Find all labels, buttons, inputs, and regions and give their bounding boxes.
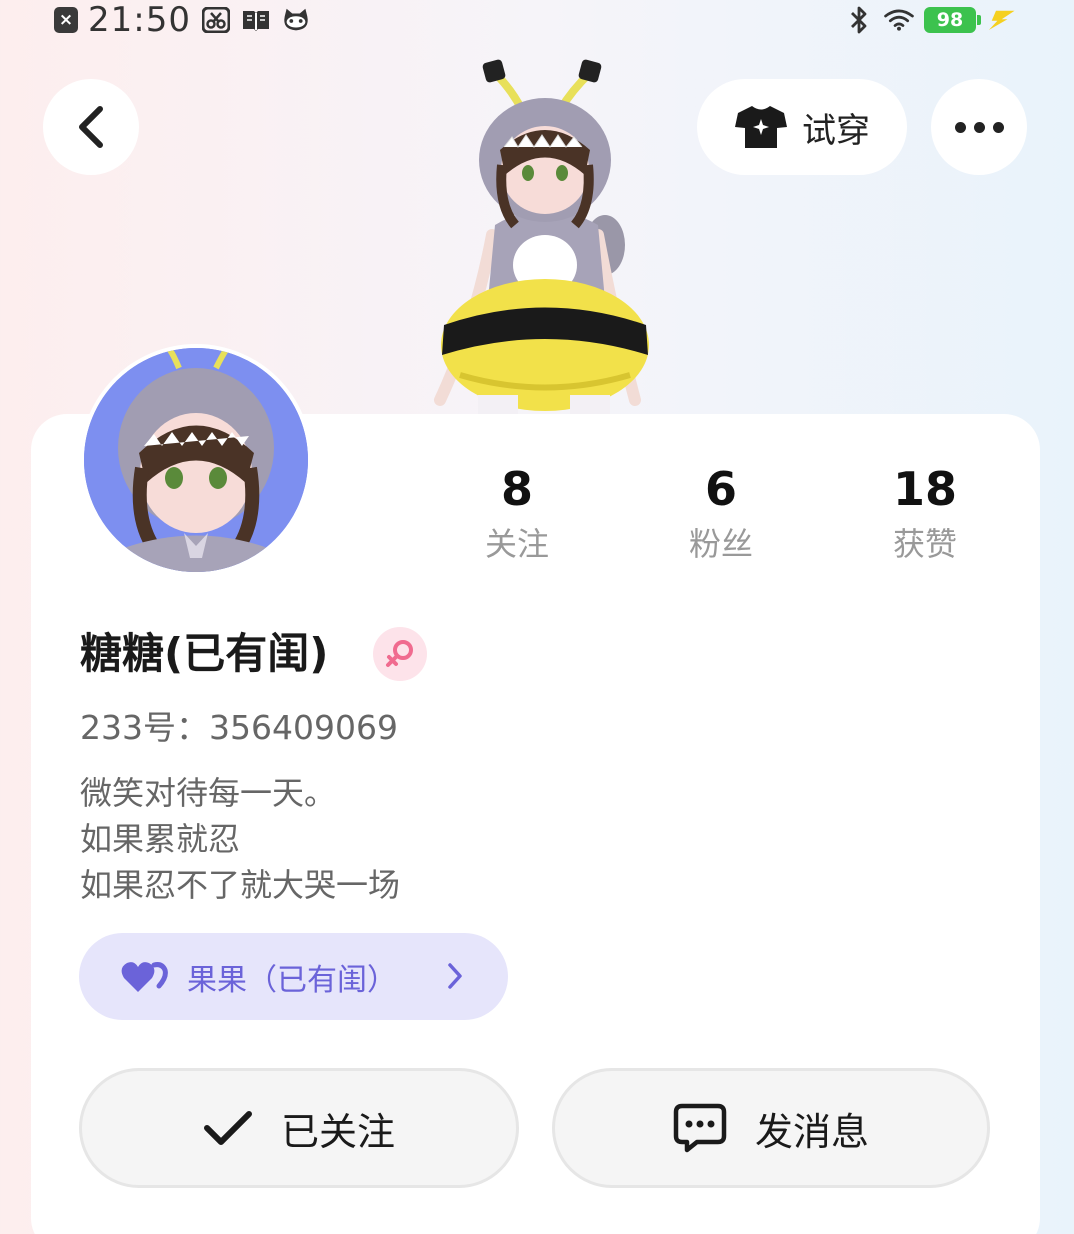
stat-label: 粉丝 xyxy=(688,525,753,563)
relation-chip[interactable]: 果果（已有闺） xyxy=(79,933,508,1020)
check-icon xyxy=(203,1111,252,1145)
nickname: 糖糖(已有闺) xyxy=(80,629,329,678)
user-id: 233号：356409069 xyxy=(80,708,398,747)
stat-value: 6 xyxy=(704,462,737,516)
battery-icon: 98 xyxy=(924,7,981,33)
status-time: 21:50 xyxy=(88,0,191,40)
notification-close-icon: × xyxy=(54,7,78,33)
more-button[interactable] xyxy=(931,79,1027,175)
avatar[interactable] xyxy=(80,344,312,576)
more-dots-icon xyxy=(954,121,1004,133)
chevron-left-icon xyxy=(79,106,103,148)
character-figure-image xyxy=(420,55,670,420)
chevron-right-icon xyxy=(448,963,462,989)
send-message-button[interactable]: 发消息 xyxy=(552,1068,990,1188)
shirt-icon xyxy=(735,106,787,148)
charging-icon xyxy=(986,6,1016,34)
book-icon xyxy=(241,6,271,34)
stat-value: 18 xyxy=(892,462,957,516)
followed-button[interactable]: 已关注 xyxy=(79,1068,519,1188)
try-on-button[interactable]: 试穿 xyxy=(697,79,907,175)
status-bar-left: × 21:50 xyxy=(54,0,311,40)
female-icon xyxy=(386,640,413,667)
stat-value: 8 xyxy=(500,462,533,516)
scissors-icon xyxy=(201,6,231,34)
bio: 微笑对待每一天。 如果累就忍 如果忍不了就大哭一场 xyxy=(80,770,400,908)
status-bar: × 21:50 98 xyxy=(0,0,1074,40)
try-on-label: 试穿 xyxy=(802,110,870,151)
stat-likes[interactable]: 18 获赞 xyxy=(855,460,995,570)
stat-label: 获赞 xyxy=(892,525,957,563)
status-bar-right: 98 xyxy=(844,0,1016,40)
send-message-label: 发消息 xyxy=(754,1109,869,1154)
wifi-icon xyxy=(884,6,914,34)
followed-label: 已关注 xyxy=(280,1109,395,1154)
bio-line: 如果忍不了就大哭一场 xyxy=(80,866,401,904)
bio-line: 如果累就忍 xyxy=(80,820,241,858)
avatar-image xyxy=(84,348,308,572)
hearts-icon xyxy=(121,961,168,992)
cat-icon xyxy=(281,6,311,34)
gender-badge xyxy=(373,627,427,681)
bio-line: 微笑对待每一天。 xyxy=(80,774,337,812)
battery-level: 98 xyxy=(936,9,964,31)
stat-following[interactable]: 8 关注 xyxy=(447,460,587,570)
relation-label: 果果（已有闺） xyxy=(187,962,397,998)
stat-label: 关注 xyxy=(484,525,549,563)
back-button[interactable] xyxy=(43,79,139,175)
bluetooth-icon xyxy=(844,6,874,34)
chat-bubble-icon xyxy=(673,1103,727,1153)
stat-followers[interactable]: 6 粉丝 xyxy=(651,460,791,570)
